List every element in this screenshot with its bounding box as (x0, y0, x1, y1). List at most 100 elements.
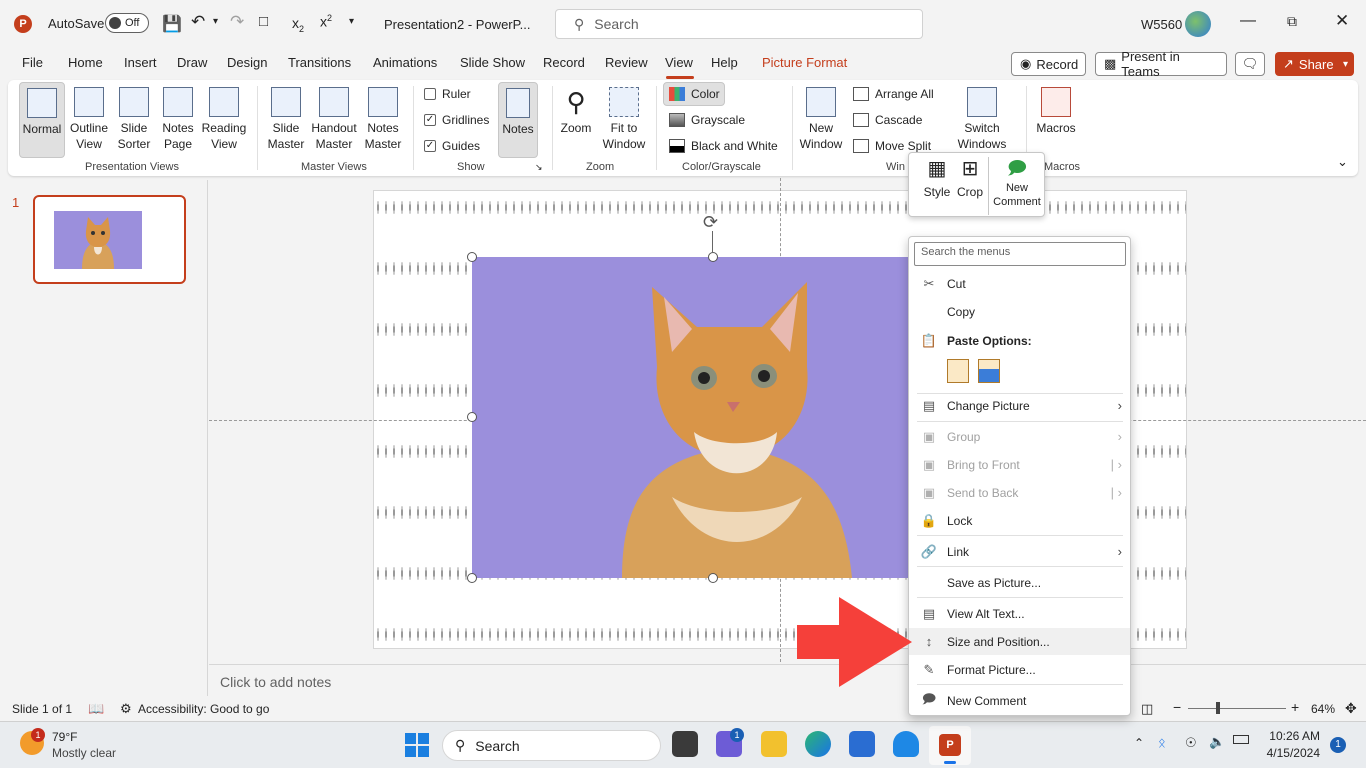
zoom-slider-thumb[interactable] (1216, 702, 1220, 714)
taskbar-search[interactable]: ⚲ Search (442, 730, 661, 761)
gridlines-checkbox[interactable]: ✓ Gridlines (424, 113, 489, 127)
slideshow-icon[interactable]: ◫ (1141, 701, 1153, 717)
tab-draw[interactable]: Draw (177, 55, 207, 70)
undo-icon[interactable]: ↶ (191, 12, 205, 32)
resize-handle-bl[interactable] (467, 573, 477, 583)
menu-item-bring-to-front[interactable]: ▣ Bring to Front | › (909, 451, 1130, 478)
avatar[interactable] (1185, 11, 1211, 37)
rotate-handle-icon[interactable]: ⟳ (703, 212, 718, 233)
edge-icon[interactable] (805, 731, 831, 757)
customize-qat-icon[interactable]: ▾ (349, 16, 354, 27)
resize-handle-tl[interactable] (467, 252, 477, 262)
autosave-toggle[interactable]: Off (105, 13, 149, 33)
share-button[interactable]: ↗ Share ▾ (1275, 52, 1354, 76)
resize-handle-top[interactable] (708, 252, 718, 262)
redo-icon[interactable]: ↷ (230, 12, 244, 32)
menu-item-lock[interactable]: 🔒 Lock (909, 507, 1130, 534)
superscript-icon[interactable]: x2 (320, 13, 332, 30)
tab-review[interactable]: Review (605, 55, 648, 70)
present-from-start-icon[interactable]: □ (259, 13, 268, 30)
share-dropdown-icon[interactable]: ▾ (1343, 59, 1348, 70)
weather-temp[interactable]: 79°F (52, 730, 77, 744)
normal-view-button[interactable]: Normal (19, 82, 65, 158)
task-view-icon[interactable] (672, 731, 698, 757)
paste-picture-icon[interactable] (978, 359, 1000, 383)
handout-master-button[interactable]: Handout Master (309, 87, 359, 152)
tab-slide-show[interactable]: Slide Show (460, 55, 525, 70)
menu-search-input[interactable]: Search the menus (914, 242, 1126, 266)
zoom-in-icon[interactable]: + (1291, 699, 1299, 715)
tab-view[interactable]: View (665, 55, 693, 70)
macros-button[interactable]: Macros (1033, 87, 1079, 136)
kitten-picture[interactable] (472, 257, 954, 578)
restore-icon[interactable]: ⧉ (1287, 13, 1297, 30)
menu-item-new-comment[interactable]: 🗩 New Comment (909, 687, 1130, 714)
resize-handle-left[interactable] (467, 412, 477, 422)
menu-item-link[interactable]: 🔗 Link › (909, 538, 1130, 565)
outline-view-button[interactable]: Outline View (66, 87, 112, 152)
notes-page-button[interactable]: Notes Page (155, 87, 201, 152)
accessibility-status[interactable]: Accessibility: Good to go (138, 702, 269, 716)
zoom-level[interactable]: 64% (1311, 702, 1335, 716)
zoom-slider[interactable] (1188, 708, 1286, 709)
comments-button[interactable]: 🗨 (1235, 52, 1265, 76)
notes-toggle-button[interactable]: Notes (498, 82, 538, 158)
new-comment-button[interactable]: 🗩 New Comment (988, 157, 1045, 215)
spelling-icon[interactable]: 📖 (88, 701, 104, 717)
weather-desc[interactable]: Mostly clear (52, 746, 116, 760)
search-box[interactable]: ⚲ Search (555, 9, 923, 39)
collapse-ribbon-icon[interactable]: ⌄ (1337, 154, 1348, 170)
tab-transitions[interactable]: Transitions (288, 55, 351, 70)
clock-time[interactable]: 10:26 AM (1268, 729, 1320, 743)
accessibility-icon[interactable]: ⚙ (120, 701, 132, 717)
subscript-icon[interactable]: x2 (292, 15, 304, 34)
dialog-launcher-icon[interactable]: ↘ (535, 162, 543, 173)
slide-master-button[interactable]: Slide Master (263, 87, 309, 152)
reading-view-button[interactable]: Reading View (199, 87, 249, 152)
menu-item-view-alt-text[interactable]: ▤ View Alt Text... (909, 600, 1130, 627)
menu-item-save-as-picture[interactable]: Save as Picture... (909, 569, 1130, 596)
slide-thumbnail-1[interactable] (33, 195, 186, 284)
menu-item-change-picture[interactable]: ▤ Change Picture › (909, 392, 1130, 419)
save-icon[interactable]: 💾 (162, 14, 182, 34)
volume-icon[interactable]: 🔈 (1209, 734, 1225, 750)
tab-animations[interactable]: Animations (373, 55, 437, 70)
user-name[interactable]: W5560 (1141, 17, 1182, 32)
notification-badge[interactable]: 1 (1330, 737, 1346, 753)
fit-to-window-button[interactable]: Fit to Window (601, 87, 647, 152)
clock-date[interactable]: 4/15/2024 (1264, 746, 1320, 760)
tab-design[interactable]: Design (227, 55, 267, 70)
menu-item-send-to-back[interactable]: ▣ Send to Back | › (909, 479, 1130, 506)
cascade-button[interactable]: Cascade (853, 113, 922, 127)
menu-item-group[interactable]: ▣ Group › (909, 423, 1130, 450)
menu-item-copy[interactable]: Copy (909, 298, 1130, 325)
document-title[interactable]: Presentation2 - PowerP... (384, 17, 530, 32)
chevron-up-icon[interactable]: ⌃ (1134, 736, 1144, 750)
crop-button[interactable]: ⊞ Crop (957, 157, 983, 199)
start-button[interactable] (405, 733, 429, 757)
tab-help[interactable]: Help (711, 55, 738, 70)
slide-sorter-button[interactable]: Slide Sorter (111, 87, 157, 152)
guides-checkbox[interactable]: ✓ Guides (424, 139, 480, 153)
present-in-teams-button[interactable]: ▩ Present in Teams (1095, 49, 1227, 79)
menu-item-format-picture[interactable]: ✎ Format Picture... (909, 656, 1130, 683)
notes-pane[interactable]: Click to add notes (209, 664, 1366, 696)
notes-master-button[interactable]: Notes Master (360, 87, 406, 152)
tab-picture-format[interactable]: Picture Format (762, 55, 847, 70)
new-window-button[interactable]: New Window (798, 87, 844, 152)
zoom-out-icon[interactable]: − (1173, 699, 1181, 715)
ruler-checkbox[interactable]: Ruler (424, 87, 471, 101)
switch-windows-button[interactable]: Switch Windows (953, 87, 1011, 152)
tab-file[interactable]: File (22, 55, 43, 70)
fit-slide-icon[interactable]: ✥ (1345, 700, 1357, 717)
close-icon[interactable]: ✕ (1335, 11, 1349, 31)
style-button[interactable]: ▦ Style (917, 157, 957, 199)
tab-insert[interactable]: Insert (124, 55, 157, 70)
minimize-icon[interactable]: — (1240, 12, 1256, 30)
zoom-button[interactable]: ⚲ Zoom (556, 87, 596, 136)
undo-dropdown-icon[interactable]: ▾ (213, 16, 218, 27)
tab-home[interactable]: Home (68, 55, 103, 70)
bluetooth-icon[interactable]: ᛟ (1158, 735, 1166, 750)
menu-item-size-and-position[interactable]: ↕ Size and Position... (909, 628, 1130, 655)
black-white-button[interactable]: Black and White (669, 139, 778, 153)
